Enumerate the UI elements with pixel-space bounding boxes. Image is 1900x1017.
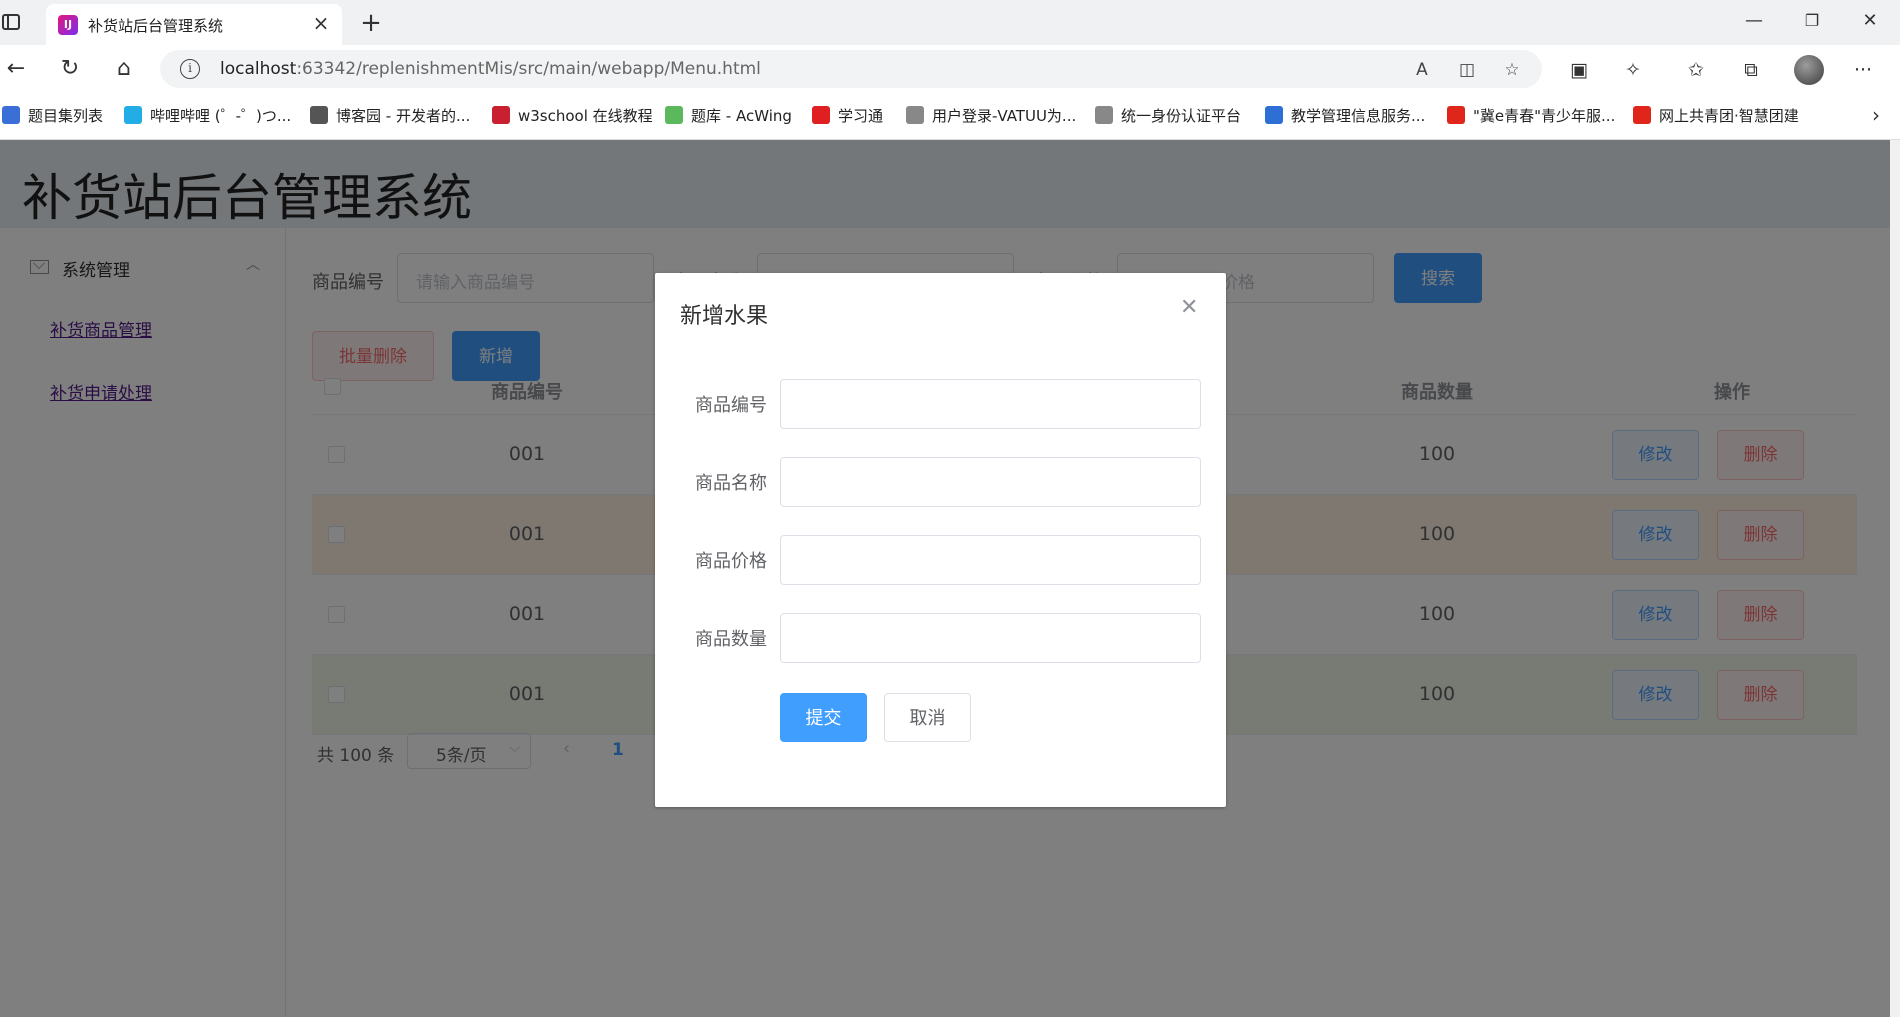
bookmark-label: w3school 在线教程	[518, 107, 653, 125]
dialog-price-input[interactable]	[780, 535, 1201, 585]
bookmark-label: 统一身份认证平台	[1121, 107, 1242, 125]
bookmark-favicon-icon	[812, 106, 830, 124]
split-screen-icon[interactable]: ◫	[1455, 58, 1479, 82]
bookmark-favicon-icon	[906, 106, 924, 124]
dialog-name-input[interactable]	[780, 457, 1201, 507]
tab-title: 补货站后台管理系统	[88, 17, 224, 35]
bookmark-label: 网上共青团·智慧团建	[1659, 107, 1799, 125]
tab-close-icon[interactable]: ×	[310, 12, 332, 34]
bookmark-item[interactable]: 教学管理信息服务...	[1265, 105, 1425, 127]
window-close-icon[interactable]: ✕	[1848, 6, 1892, 36]
back-icon[interactable]: ←	[0, 53, 32, 85]
read-aloud-icon[interactable]: A	[1410, 58, 1434, 82]
bookmark-label: 题库 - AcWing	[691, 107, 792, 125]
workspaces-icon[interactable]: ▣	[1566, 57, 1592, 83]
submit-button[interactable]: 提交	[780, 693, 867, 742]
tab-favicon-icon: IJ	[58, 15, 78, 35]
bookmark-label: 用户登录-VATUU为...	[932, 107, 1077, 125]
sidebar-toggle-icon[interactable]	[2, 14, 20, 30]
dialog-price-label: 商品价格	[695, 551, 767, 572]
add-fruit-dialog: 新增水果 ✕ 商品编号 商品名称 商品价格 商品数量 提交 取消	[655, 273, 1226, 807]
address-bar-row: ← ↻ ⌂ i localhost:63342/replenishmentMis…	[0, 45, 1900, 93]
address-bar[interactable]: i localhost:63342/replenishmentMis/src/m…	[160, 50, 1542, 88]
add-favorite-icon[interactable]: ☆	[1500, 58, 1524, 82]
cancel-button[interactable]: 取消	[884, 693, 971, 742]
bookmark-favicon-icon	[1265, 106, 1283, 124]
bookmark-label: 博客园 - 开发者的...	[336, 107, 471, 125]
profile-avatar[interactable]	[1794, 55, 1824, 85]
minimize-icon[interactable]: —	[1732, 6, 1776, 36]
bookmark-item[interactable]: 网上共青团·智慧团建	[1633, 105, 1799, 127]
dialog-name-label: 商品名称	[695, 473, 767, 494]
bookmark-favicon-icon	[2, 106, 20, 124]
bookmark-item[interactable]: 统一身份认证平台	[1095, 105, 1241, 127]
restore-icon[interactable]: ❐	[1790, 6, 1834, 36]
home-icon[interactable]: ⌂	[108, 53, 140, 85]
favorites-icon[interactable]: ✩	[1683, 57, 1709, 83]
extensions-icon[interactable]: ✧	[1620, 57, 1646, 83]
bookmark-item[interactable]: 哔哩哔哩 (゜-゜)つ...	[124, 105, 291, 127]
bookmark-item[interactable]: 题库 - AcWing	[665, 105, 792, 127]
new-tab-icon[interactable]: +	[356, 8, 386, 38]
bookmark-favicon-icon	[492, 106, 510, 124]
more-menu-icon[interactable]: ···	[1850, 57, 1876, 83]
bookmark-item[interactable]: 学习通	[812, 105, 883, 127]
bookmark-item[interactable]: 用户登录-VATUU为...	[906, 105, 1076, 127]
bookmark-favicon-icon	[1633, 106, 1651, 124]
bookmark-label: 哔哩哔哩 (゜-゜)つ...	[150, 107, 292, 125]
dialog-title: 新增水果	[680, 304, 769, 329]
dialog-quantity-input[interactable]	[780, 613, 1201, 663]
site-info-icon[interactable]: i	[180, 59, 200, 79]
bookmark-label: "冀e青春"青少年服...	[1473, 107, 1616, 125]
bookmark-item[interactable]: 题目集列表	[2, 105, 103, 127]
bookmark-label: 教学管理信息服务...	[1291, 107, 1426, 125]
bookmark-label: 题目集列表	[28, 107, 104, 125]
bookmark-favicon-icon	[124, 106, 142, 124]
browser-tab[interactable]: IJ 补货站后台管理系统 ×	[46, 4, 342, 45]
collections-icon[interactable]: ⧉	[1738, 57, 1764, 83]
refresh-icon[interactable]: ↻	[54, 53, 86, 85]
dialog-code-label: 商品编号	[695, 395, 767, 416]
bookmark-item[interactable]: w3school 在线教程	[492, 105, 653, 127]
dialog-quantity-label: 商品数量	[695, 629, 767, 650]
bookmark-item[interactable]: "冀e青春"青少年服...	[1447, 105, 1615, 127]
bookmark-label: 学习通	[838, 107, 884, 125]
bookmark-favicon-icon	[310, 106, 328, 124]
chevron-right-icon[interactable]: ›	[1872, 103, 1880, 127]
bookmark-favicon-icon	[1095, 106, 1113, 124]
bookmark-item[interactable]: 博客园 - 开发者的...	[310, 105, 470, 127]
bookmark-favicon-icon	[1447, 106, 1465, 124]
dialog-code-input[interactable]	[780, 379, 1201, 429]
bookmark-favicon-icon	[665, 106, 683, 124]
url-text: localhost:63342/replenishmentMis/src/mai…	[220, 59, 761, 79]
page-scrollbar[interactable]	[1890, 140, 1900, 1017]
bookmarks-bar: 题目集列表 哔哩哔哩 (゜-゜)つ... 博客园 - 开发者的... w3school…	[0, 93, 1900, 140]
close-icon[interactable]: ✕	[1180, 295, 1198, 320]
browser-tab-bar: IJ 补货站后台管理系统 × + — ❐ ✕	[0, 0, 1900, 45]
